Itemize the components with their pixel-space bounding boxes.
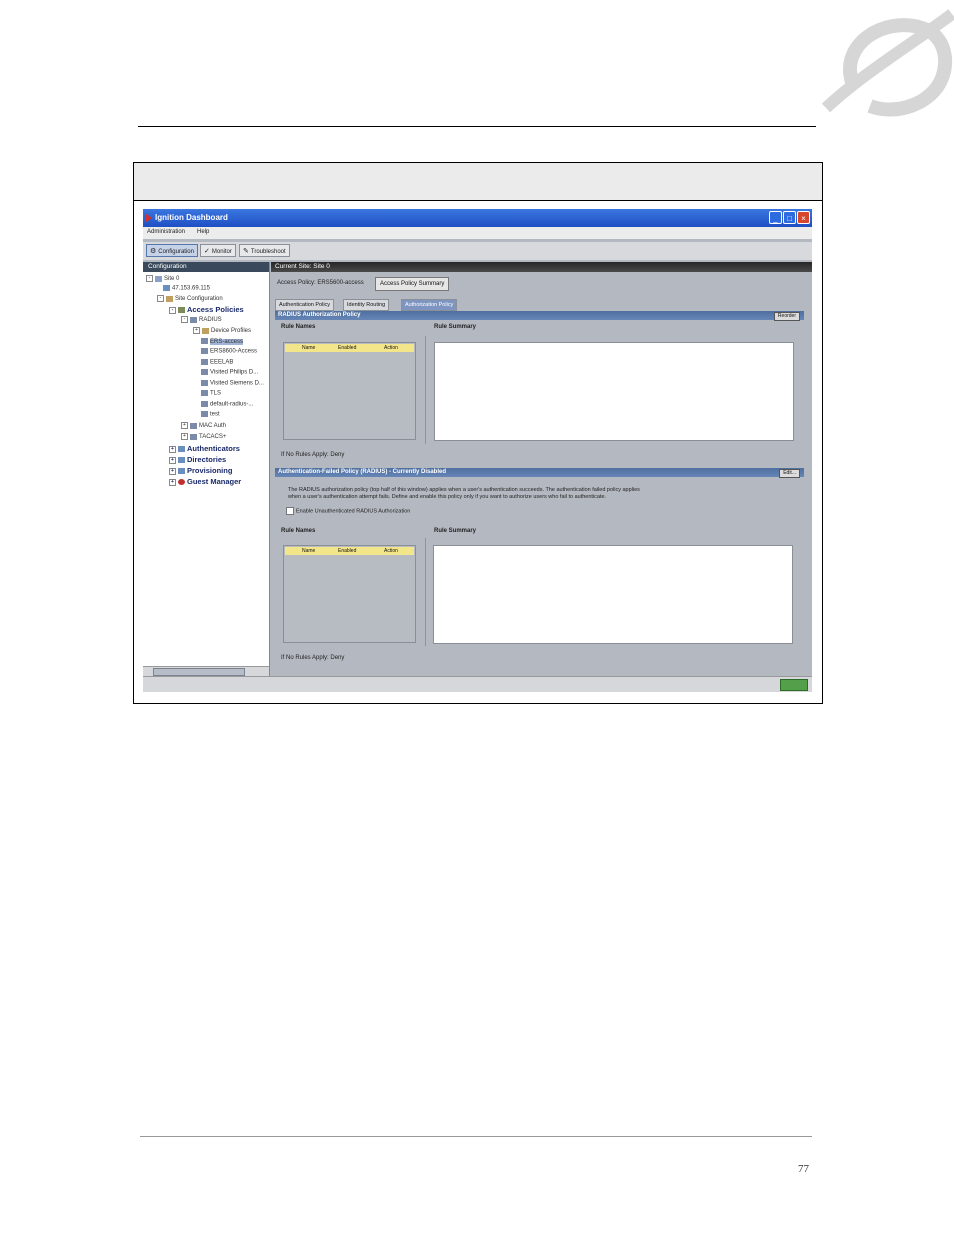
tree-node[interactable]: - Site 0 (146, 275, 179, 282)
rule-summary-label: Rule Summary (434, 324, 477, 330)
page-number: 77 (798, 1163, 809, 1175)
status-bar (143, 676, 812, 692)
access-policy-label: Access Policy: ERS5600-access (277, 280, 364, 286)
failed-rule-summary-panel (433, 545, 793, 644)
rule-names-label: Rule Names (281, 324, 316, 330)
reorder-button[interactable]: Reorder (773, 312, 800, 321)
app-icon (145, 213, 152, 223)
current-site-header: Current Site: Site 0 (271, 262, 812, 272)
tree-node[interactable]: 47.153.69.115 (163, 285, 210, 292)
monitor-icon: ✓ (204, 248, 210, 255)
menu-bar: Administration Help (143, 227, 812, 239)
figure-caption-box (133, 162, 823, 201)
radius-authorization-header: RADIUS Authorization Policy Reorder (275, 311, 804, 321)
tree-node[interactable]: EEELAB (201, 359, 233, 366)
footer-rule (140, 1136, 812, 1137)
policy-editor-pane: Current Site: Site 0 Access Policy: ERS5… (271, 262, 812, 676)
rules-table: Name Enabled Action (283, 342, 416, 440)
rule-summary-label-2: Rule Summary (434, 528, 477, 534)
tab-authorization-policy[interactable]: Authorization Policy (401, 299, 458, 311)
nortel-globe-logo (822, 9, 954, 117)
configuration-button[interactable]: ⚙ Configuration (146, 244, 198, 257)
access-policy-summary-button[interactable]: Access Policy Summary (375, 277, 450, 291)
rule-summary-panel (434, 342, 794, 441)
connection-status-icon (780, 679, 808, 691)
policy-description-line2: when a user's authentication attempt fai… (288, 494, 607, 500)
ignition-dashboard-window: Ignition Dashboard _ □ × Administration … (143, 209, 812, 692)
tree-node[interactable]: - Site Configuration (157, 295, 223, 302)
header-rule (138, 126, 816, 127)
maximize-button[interactable]: □ (783, 211, 796, 224)
tree-node[interactable]: ERS8600-Access (201, 348, 257, 355)
menu-help[interactable]: Help (197, 229, 209, 235)
edit-button[interactable]: Edit... (779, 469, 800, 478)
tree-node[interactable]: + Directories (169, 455, 226, 464)
horizontal-scrollbar[interactable] (143, 666, 269, 676)
col-name[interactable]: Name (302, 547, 315, 555)
tree-node[interactable]: - Access Policies (169, 305, 244, 314)
col-enabled[interactable]: Enabled (338, 547, 356, 555)
col-action[interactable]: Action (384, 344, 398, 352)
tree-node[interactable]: ERS-access (201, 338, 244, 345)
scrollbar-thumb[interactable] (153, 668, 245, 676)
monitor-button[interactable]: ✓ Monitor (200, 244, 236, 257)
tab-identity-routing[interactable]: Identity Routing (343, 299, 390, 311)
if-no-rules-apply-2: If No Rules Apply: Deny (281, 655, 345, 661)
policy-description-line1: The RADIUS authorization policy (top hal… (288, 487, 640, 493)
col-action[interactable]: Action (384, 547, 398, 555)
minimize-button[interactable]: _ (769, 211, 782, 224)
auth-failed-policy-header: Authentication-Failed Policy (RADIUS) - … (275, 468, 804, 478)
rule-names-label-2: Rule Names (281, 528, 316, 534)
failed-rules-table-header: Name Enabled Action (285, 547, 414, 555)
troubleshoot-icon: ✎ (243, 248, 249, 255)
failed-rules-table: Name Enabled Action (283, 545, 416, 643)
checkbox-box[interactable] (286, 507, 294, 515)
tree-node[interactable]: + TACACS+ (181, 433, 226, 440)
menu-administration[interactable]: Administration (147, 229, 185, 235)
tree-node[interactable]: + Guest Manager (169, 477, 241, 486)
tree-node[interactable]: test (201, 411, 220, 418)
troubleshoot-button[interactable]: ✎ Troubleshoot (239, 244, 290, 257)
toolbar: ⚙ Configuration ✓ Monitor ✎ Troubleshoot (143, 242, 812, 260)
tree-node[interactable]: + MAC Auth (181, 422, 226, 429)
enable-unauthenticated-checkbox[interactable]: Enable Unauthenticated RADIUS Authorizat… (286, 507, 410, 515)
col-name[interactable]: Name (302, 344, 315, 352)
tree-node[interactable]: + Device Profiles (193, 327, 251, 334)
tree-node[interactable]: - RADIUS (181, 316, 222, 323)
title-bar[interactable]: Ignition Dashboard _ □ × (143, 209, 812, 227)
configuration-icon: ⚙ (150, 248, 157, 255)
tree-node[interactable]: + Authenticators (169, 444, 240, 453)
tab-authentication-policy[interactable]: Authentication Policy (275, 299, 335, 311)
configuration-tree-pane: Configuration - Site 0 47.153.69.115 - Sit… (143, 262, 270, 676)
tree-node[interactable]: + Provisioning (169, 466, 232, 475)
rules-table-header: Name Enabled Action (285, 344, 414, 352)
tree-node[interactable]: TLS (201, 390, 221, 397)
close-button[interactable]: × (797, 211, 810, 224)
left-pane-header: Configuration (143, 262, 269, 272)
window-title: Ignition Dashboard (155, 213, 228, 222)
divider (425, 538, 426, 646)
if-no-rules-apply: If No Rules Apply: Deny (281, 452, 345, 458)
tree-node[interactable]: Visited Philips D... (201, 369, 258, 376)
tree-node[interactable]: default-radius-... (201, 401, 253, 408)
col-enabled[interactable]: Enabled (338, 344, 356, 352)
tree-node[interactable]: Visited Siemens D... (201, 380, 264, 387)
divider (425, 336, 426, 444)
